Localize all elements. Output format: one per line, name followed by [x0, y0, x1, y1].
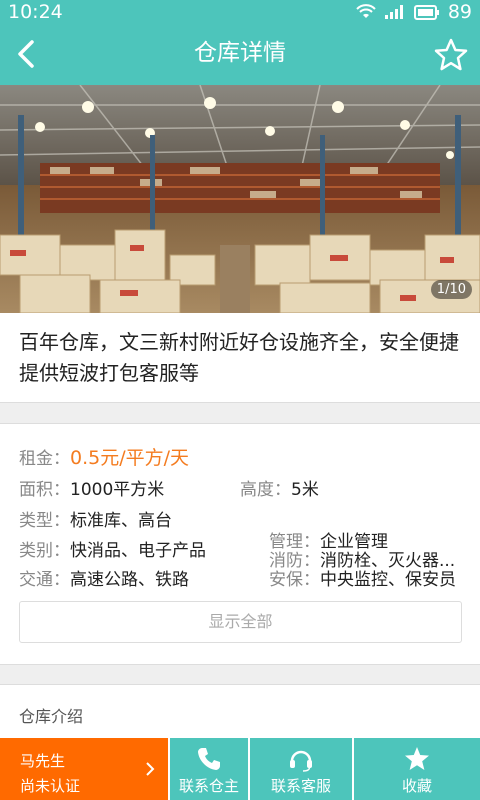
chevron-right-icon — [146, 762, 155, 776]
contact-owner-button[interactable]: 联系仓主 — [168, 738, 248, 800]
contact-owner-label: 联系仓主 — [178, 777, 239, 795]
height-row: 高度：5米 — [240, 475, 319, 500]
height-label: 高度： — [240, 480, 291, 500]
area-label: 面积： — [19, 480, 70, 500]
rent-value: 0.5元/平方/天 — [70, 447, 190, 469]
rent-row: 租金：0.5元/平方/天 — [19, 443, 189, 470]
owner-info-button[interactable]: 马先生 尚未认证 — [0, 738, 168, 800]
category-value: 快消品、电子产品 — [70, 541, 206, 561]
category-label: 类别： — [19, 541, 70, 561]
page-title: 仓库详情 — [194, 40, 286, 66]
status-icons: 89 — [356, 1, 472, 23]
warehouse-title: 百年仓库，文三新村附近好仓设施齐全，安全便捷提供短波打包客服等 — [19, 330, 459, 385]
signal-icon — [384, 5, 403, 19]
bottom-action-bar: 马先生 尚未认证 联系仓主 联系客服 收藏 — [0, 738, 480, 800]
headset-icon — [290, 750, 312, 772]
area-row: 面积：1000平方米 — [19, 475, 164, 500]
warehouse-photo-carousel[interactable]: 1/10 — [0, 85, 480, 313]
status-time: 10:24 — [8, 1, 63, 23]
wifi-icon — [356, 4, 376, 18]
header: 仓库详情 — [0, 25, 480, 85]
star-outline-icon — [434, 38, 468, 71]
warehouse-photo — [0, 85, 480, 313]
warehouse-intro-section: 仓库介绍 — [0, 684, 480, 745]
owner-name: 马先生 — [20, 752, 66, 770]
owner-verification-status: 尚未认证 — [20, 777, 81, 795]
phone-icon — [198, 748, 220, 770]
area-value: 1000平方米 — [70, 480, 165, 500]
security-value: 中央监控、保安员 — [320, 570, 456, 590]
intro-title: 仓库介绍 — [19, 707, 84, 726]
carousel-counter: 1/10 — [430, 280, 472, 299]
type-value: 标准库、高台 — [70, 511, 172, 531]
favorite-button[interactable] — [430, 34, 472, 76]
security-label: 安保： — [269, 570, 320, 590]
type-row: 类型：标准库、高台 — [19, 506, 172, 531]
security-row: 安保：中央监控、保安员 — [269, 565, 456, 590]
category-row: 类别：快消品、电子产品 — [19, 536, 206, 561]
transport-row: 交通：高速公路、铁路 — [19, 565, 189, 590]
contact-service-button[interactable]: 联系客服 — [248, 738, 352, 800]
warehouse-specs: 租金：0.5元/平方/天 面积：1000平方米 高度：5米 类型：标准库、高台 … — [0, 423, 480, 665]
contact-service-label: 联系客服 — [270, 777, 331, 795]
status-bar: 10:24 89 — [0, 0, 480, 25]
battery-percent: 89 — [447, 1, 472, 23]
transport-label: 交通： — [19, 570, 70, 590]
type-label: 类型： — [19, 511, 70, 531]
star-icon — [405, 747, 429, 770]
show-all-button[interactable]: 显示全部 — [19, 601, 462, 643]
warehouse-title-card: 百年仓库，文三新村附近好仓设施齐全，安全便捷提供短波打包客服等 — [0, 313, 480, 403]
collect-button[interactable]: 收藏 — [352, 738, 480, 800]
battery-icon — [413, 4, 439, 20]
rent-label: 租金： — [19, 449, 70, 469]
collect-label: 收藏 — [401, 777, 432, 795]
height-value: 5米 — [291, 480, 319, 500]
transport-value: 高速公路、铁路 — [70, 570, 189, 590]
